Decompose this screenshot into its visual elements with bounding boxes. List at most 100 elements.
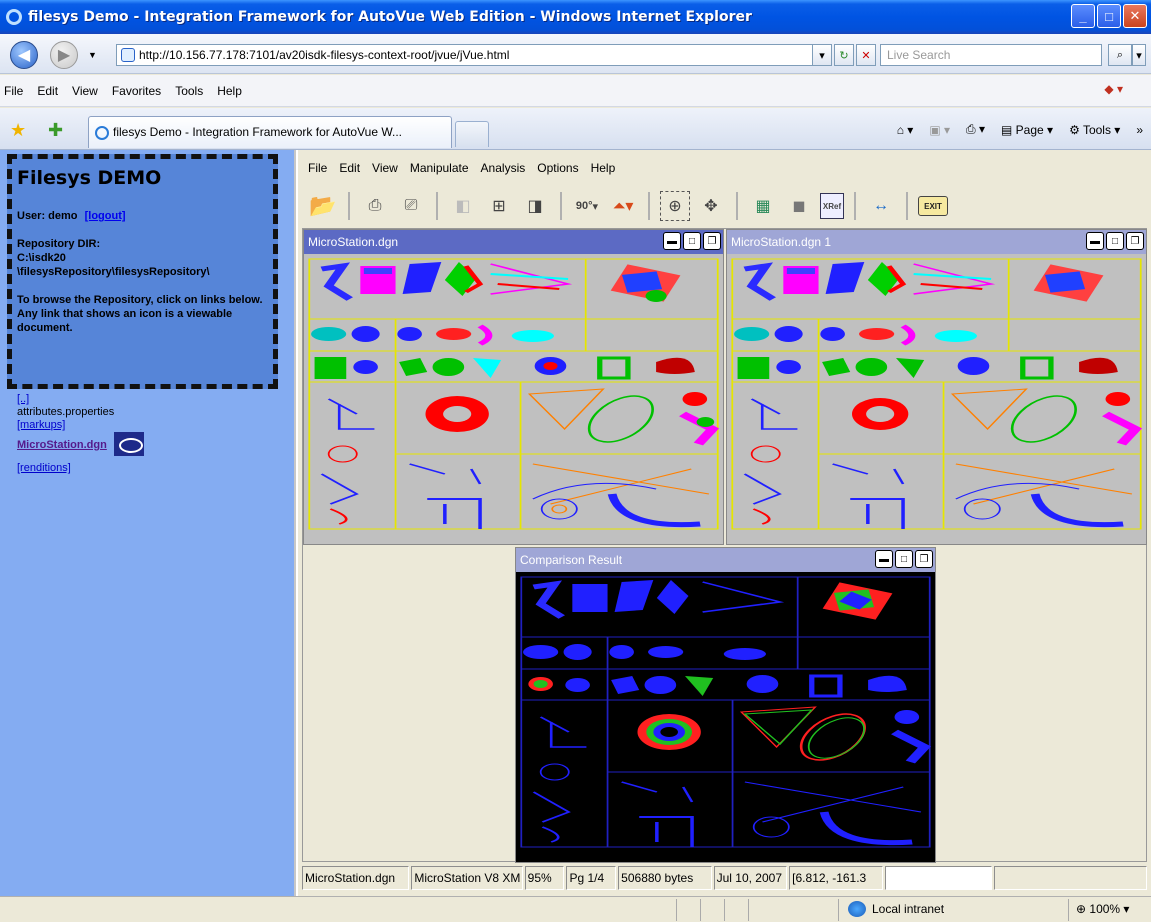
blocks-icon[interactable]: ◼ bbox=[784, 191, 814, 221]
doc-window-left[interactable]: MicroStation.dgn ▬ □ ❐ bbox=[303, 229, 724, 545]
status-divider bbox=[838, 899, 839, 921]
user-label: User: demo bbox=[17, 210, 78, 222]
stop-icon[interactable]: ✕ bbox=[856, 44, 876, 66]
menu-help[interactable]: Help bbox=[217, 84, 242, 98]
zoom-box-icon[interactable]: ⊕ bbox=[660, 191, 690, 221]
toolbar-separator bbox=[906, 192, 908, 220]
toolbar-separator bbox=[348, 192, 350, 220]
history-dropdown-icon[interactable]: ▼ bbox=[88, 50, 97, 60]
page-menu[interactable]: ▤ Page ▾ bbox=[1001, 123, 1053, 137]
window-title: MicroStation.dgn bbox=[308, 235, 399, 249]
window-restore-button[interactable]: ❐ bbox=[915, 550, 933, 568]
url-dropdown-icon[interactable]: ▾ bbox=[812, 44, 832, 66]
window-restore-button[interactable]: ❐ bbox=[703, 232, 721, 250]
repo-path-2: \filesysRepository\filesysRepository\ bbox=[17, 266, 210, 278]
status-format: MicroStation V8 XM bbox=[411, 866, 523, 890]
drawing-canvas-left[interactable] bbox=[304, 254, 723, 544]
measure-icon[interactable]: ↔ bbox=[866, 191, 896, 221]
viewer-menu-edit[interactable]: Edit bbox=[339, 161, 360, 175]
window-minimize-button[interactable]: ▬ bbox=[875, 550, 893, 568]
window-title: MicroStation.dgn 1 bbox=[731, 235, 832, 249]
tab-filesys-demo[interactable]: filesys Demo - Integration Framework for… bbox=[88, 116, 452, 148]
mirror-icon[interactable]: ⏶▾ bbox=[608, 191, 638, 221]
window-maximize-button[interactable]: □ bbox=[895, 550, 913, 568]
window-titlebar[interactable]: MicroStation.dgn ▬ □ ❐ bbox=[304, 230, 723, 254]
window-maximize-button[interactable]: □ bbox=[683, 232, 701, 250]
tab-label: filesys Demo - Integration Framework for… bbox=[113, 125, 402, 139]
feeds-icon[interactable]: ▣ ▾ bbox=[929, 123, 950, 137]
search-input[interactable]: Live Search bbox=[880, 44, 1102, 66]
home-icon[interactable]: ⌂ ▾ bbox=[897, 123, 914, 137]
page-number-icon[interactable]: ⊞ bbox=[484, 191, 514, 221]
layers-icon[interactable]: ▦ bbox=[748, 191, 778, 221]
status-page: Pg 1/4 bbox=[566, 866, 617, 890]
menu-favorites[interactable]: Favorites bbox=[112, 84, 161, 98]
refresh-icon[interactable]: ↻ bbox=[834, 44, 854, 66]
close-button[interactable]: ✕ bbox=[1123, 4, 1147, 28]
rotate-label: 90° bbox=[575, 200, 593, 212]
security-zone[interactable]: Local intranet bbox=[848, 901, 944, 917]
viewer-menu-analysis[interactable]: Analysis bbox=[481, 161, 526, 175]
dgn-file-icon[interactable] bbox=[113, 432, 144, 456]
autovue-viewer: File Edit View Manipulate Analysis Optio… bbox=[298, 150, 1151, 896]
new-tab-button[interactable] bbox=[455, 121, 489, 147]
status-empty-cell bbox=[993, 866, 1147, 890]
logout-link[interactable]: [logout] bbox=[85, 210, 126, 222]
doc-window-right[interactable]: MicroStation.dgn 1 ▬ □ ❐ bbox=[726, 229, 1147, 545]
status-coords: [6.812, -161.3 bbox=[789, 866, 883, 890]
viewer-menu-file[interactable]: File bbox=[308, 161, 327, 175]
next-page-icon[interactable]: ◨ bbox=[520, 191, 550, 221]
menu-file[interactable]: File bbox=[4, 84, 23, 98]
tools-menu-label: Tools bbox=[1082, 122, 1111, 137]
window-minimize-button[interactable]: ▬ bbox=[663, 232, 681, 250]
window-restore-button[interactable]: ❐ bbox=[1126, 232, 1144, 250]
viewer-menu-manipulate[interactable]: Manipulate bbox=[410, 161, 469, 175]
forward-button[interactable]: ▶ bbox=[50, 41, 78, 69]
print-preview-icon[interactable]: ⎚ bbox=[396, 191, 426, 221]
back-button[interactable]: ◀ bbox=[10, 41, 38, 69]
exit-button[interactable]: EXIT bbox=[918, 196, 948, 216]
drawing-canvas-right[interactable] bbox=[727, 254, 1146, 544]
comparison-window[interactable]: Comparison Result ▬ □ ❐ bbox=[515, 547, 936, 863]
viewer-menu-options[interactable]: Options bbox=[537, 161, 578, 175]
print-icon[interactable]: ⎙ ▾ bbox=[966, 122, 985, 137]
minimize-button[interactable]: _ bbox=[1071, 4, 1095, 28]
ie-page-icon bbox=[95, 126, 109, 140]
favorites-center-icon[interactable]: ★ bbox=[10, 120, 26, 141]
xref-icon[interactable]: XRef bbox=[820, 193, 844, 219]
add-favorites-icon[interactable]: ✚ bbox=[48, 120, 63, 141]
open-folder-icon[interactable]: 📂 bbox=[308, 191, 338, 221]
status-divider bbox=[748, 899, 749, 921]
comparison-canvas[interactable] bbox=[516, 572, 935, 862]
ie-zoom-control[interactable]: ⊕ 100% ▾ bbox=[1076, 902, 1129, 916]
demo-info-box: Filesys DEMO User: demo [logout] Reposit… bbox=[7, 154, 278, 389]
tools-menu[interactable]: ⚙ Tools ▾ bbox=[1069, 123, 1120, 137]
status-divider bbox=[676, 899, 677, 921]
window-minimize-button[interactable]: ▬ bbox=[1086, 232, 1104, 250]
translate-icon[interactable]: ◆ ▾ bbox=[1104, 82, 1123, 96]
exit-label: EXIT bbox=[924, 201, 942, 211]
search-icon[interactable]: ⌕ bbox=[1108, 44, 1132, 66]
microstation-link[interactable]: MicroStation.dgn bbox=[17, 439, 107, 451]
maximize-button[interactable]: □ bbox=[1097, 4, 1121, 28]
parent-dir-link[interactable]: [..] bbox=[17, 393, 144, 406]
document-area: MicroStation.dgn ▬ □ ❐ MicroStation.dgn … bbox=[302, 228, 1147, 863]
window-maximize-button[interactable]: □ bbox=[1106, 232, 1124, 250]
search-options-icon[interactable]: ▾ bbox=[1132, 44, 1146, 66]
chevron-more-icon[interactable]: » bbox=[1136, 123, 1143, 137]
viewer-menu-view[interactable]: View bbox=[372, 161, 398, 175]
menu-view[interactable]: View bbox=[72, 84, 98, 98]
window-titlebar[interactable]: MicroStation.dgn 1 ▬ □ ❐ bbox=[727, 230, 1146, 254]
markups-link[interactable]: [markups] bbox=[17, 419, 144, 432]
rotate-icon[interactable]: 90° ▾ bbox=[572, 191, 602, 221]
window-titlebar[interactable]: Comparison Result ▬ □ ❐ bbox=[516, 548, 935, 572]
print-icon[interactable]: ⎙ bbox=[360, 191, 390, 221]
menu-tools[interactable]: Tools bbox=[175, 84, 203, 98]
pan-icon[interactable]: ✥ bbox=[696, 191, 726, 221]
url-field[interactable]: http://10.156.77.178:7101/av20isdk-files… bbox=[116, 44, 832, 66]
menu-edit[interactable]: Edit bbox=[37, 84, 58, 98]
prev-page-icon[interactable]: ◧ bbox=[448, 191, 478, 221]
renditions-link[interactable]: [renditions] bbox=[17, 462, 144, 475]
status-file: MicroStation.dgn bbox=[302, 866, 410, 890]
viewer-menu-help[interactable]: Help bbox=[591, 161, 616, 175]
